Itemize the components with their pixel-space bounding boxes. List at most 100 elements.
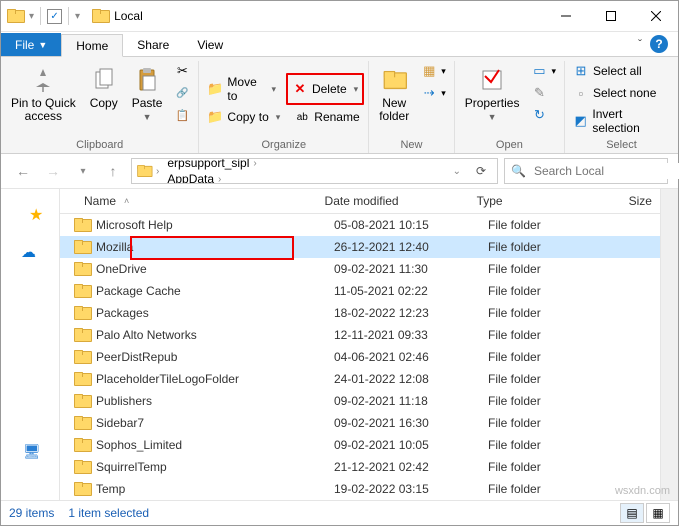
column-date[interactable]: Date modified [317,194,469,208]
easy-access-icon: ⇢ [421,85,437,101]
table-row[interactable]: SquirrelTemp 21-12-2021 02:42File folder [60,456,660,478]
new-item-button[interactable]: ▦▾ [417,61,450,81]
rename-button[interactable]: abRename [290,107,363,127]
select-all-button[interactable]: ⊞Select all [569,61,674,81]
file-date: 12-11-2021 09:33 [326,328,480,342]
view-thumbnails-button[interactable]: ▦ [646,503,670,523]
highlight-box [130,236,294,260]
table-row[interactable]: PeerDistRepub04-06-2021 02:46File folder [60,346,660,368]
file-date: 26-12-2021 12:40 [326,240,480,254]
folder-icon [74,350,90,364]
copy-button[interactable]: Copy [84,61,124,112]
ribbon-collapse-icon[interactable]: ˇ [638,37,642,51]
invert-selection-button[interactable]: ◩Invert selection [569,105,674,137]
nav-pane[interactable]: ★ ☁ 🖥 [1,189,60,500]
qat-checkbox[interactable]: ✓ [47,9,62,24]
folder-icon [74,460,90,474]
file-type: File folder [480,460,634,474]
select-none-icon: ▫ [573,85,589,101]
forward-button[interactable]: → [41,159,65,183]
navbar: ← → ▾ ↑ › Users›erpsupport_sipl›AppData›… [1,154,678,189]
maximize-icon [606,11,616,21]
file-name: Package Cache [96,284,181,298]
folder-icon [74,394,90,408]
column-name[interactable]: Name˄ [60,194,317,208]
copy-to-button[interactable]: 📁Copy to▾ [203,107,284,127]
pin-quick-access-button[interactable]: Pin to Quick access [5,61,82,125]
properties-button[interactable]: Properties▼ [459,61,526,126]
view-details-button[interactable]: ▤ [620,503,644,523]
status-selection: 1 item selected [68,506,149,520]
maximize-button[interactable] [588,2,633,31]
file-type: File folder [480,240,634,254]
folder-icon [74,482,90,496]
tab-view[interactable]: View [183,33,237,56]
breadcrumb[interactable]: erpsupport_sipl› [163,158,262,171]
close-button[interactable] [633,2,678,31]
minimize-button[interactable] [543,2,588,31]
table-row[interactable]: OneDrive09-02-2021 11:30File folder [60,258,660,280]
file-name: SquirrelTemp [96,460,167,474]
new-item-icon: ▦ [421,63,437,79]
table-row[interactable]: PlaceholderTileLogoFolder24-01-2022 12:0… [60,368,660,390]
explorer-window: ▾ ✓ ▾ Local File ▼ Home Share View [0,0,679,526]
table-row[interactable]: Temp19-02-2022 03:15File folder [60,478,660,500]
move-to-button[interactable]: 📁Move to▾ [203,73,280,105]
table-row[interactable]: Sophos_Limited09-02-2021 10:05File folde… [60,434,660,456]
file-type: File folder [480,350,634,364]
column-type[interactable]: Type [469,194,621,208]
table-row[interactable]: Publishers09-02-2021 11:18File folder [60,390,660,412]
address-bar[interactable]: › Users›erpsupport_sipl›AppData›Local› ⌄… [131,158,498,184]
new-folder-button[interactable]: New folder [373,61,415,125]
file-date: 18-02-2022 12:23 [326,306,480,320]
open-button[interactable]: ▭▾ [527,61,560,81]
file-name: Microsoft Help [96,218,173,232]
this-pc-icon[interactable]: 🖥 [23,443,41,460]
table-row[interactable]: Packages18-02-2022 12:23File folder [60,302,660,324]
cut-button[interactable]: ✂ [170,61,194,81]
recent-locations-button[interactable]: ▾ [71,159,95,183]
file-type: File folder [480,394,634,408]
easy-access-button[interactable]: ⇢▾ [417,83,450,103]
qat-overflow-icon[interactable]: ▾ [75,11,80,22]
tab-share[interactable]: Share [123,33,183,56]
column-size[interactable]: Size [621,194,660,208]
breadcrumb[interactable]: AppData› [163,171,262,184]
group-select-label: Select [569,139,674,153]
select-none-button[interactable]: ▫Select none [569,83,674,103]
onedrive-icon[interactable]: ☁ [21,243,36,261]
table-row[interactable]: Palo Alto Networks 12-11-2021 09:33File f… [60,324,660,346]
search-input[interactable] [532,163,679,179]
delete-button[interactable]: ✕Delete▾ [286,73,364,105]
edit-button[interactable]: ✎ [527,83,560,103]
tab-file[interactable]: File ▼ [1,33,61,56]
up-button[interactable]: ↑ [101,159,125,183]
table-row[interactable]: Sidebar709-02-2021 16:30File folder [60,412,660,434]
paste-shortcut-button[interactable]: 📋 [170,105,194,125]
file-date: 09-02-2021 16:30 [326,416,480,430]
help-icon[interactable]: ? [650,35,668,53]
paste-button[interactable]: Paste▼ [126,61,169,126]
file-type: File folder [480,218,634,232]
qat-chevron-icon[interactable]: ▾ [29,11,34,22]
address-dropdown-icon[interactable]: ⌄ [449,166,465,177]
vertical-scrollbar[interactable] [660,189,678,500]
table-row[interactable]: Microsoft Help05-08-2021 10:15File folde… [60,214,660,236]
copy-path-button[interactable]: 🔗 [170,83,194,103]
titlebar: ▾ ✓ ▾ Local [1,1,678,32]
group-clipboard-label: Clipboard [5,139,194,153]
file-date: 21-12-2021 02:42 [326,460,480,474]
search-box[interactable]: 🔍 [504,158,668,184]
copy-to-icon: 📁 [207,109,223,125]
history-button[interactable]: ↻ [527,105,560,125]
table-row[interactable]: Package Cache11-05-2021 02:22File folder [60,280,660,302]
tab-home[interactable]: Home [61,34,123,57]
folder-icon [74,438,90,452]
invert-selection-icon: ◩ [573,113,588,129]
file-type: File folder [480,328,634,342]
file-name: Palo Alto Networks [96,328,197,342]
quick-access-icon[interactable]: ★ [29,205,43,225]
file-type: File folder [480,372,634,386]
refresh-button[interactable]: ⟳ [469,164,493,178]
back-button[interactable]: ← [11,159,35,183]
